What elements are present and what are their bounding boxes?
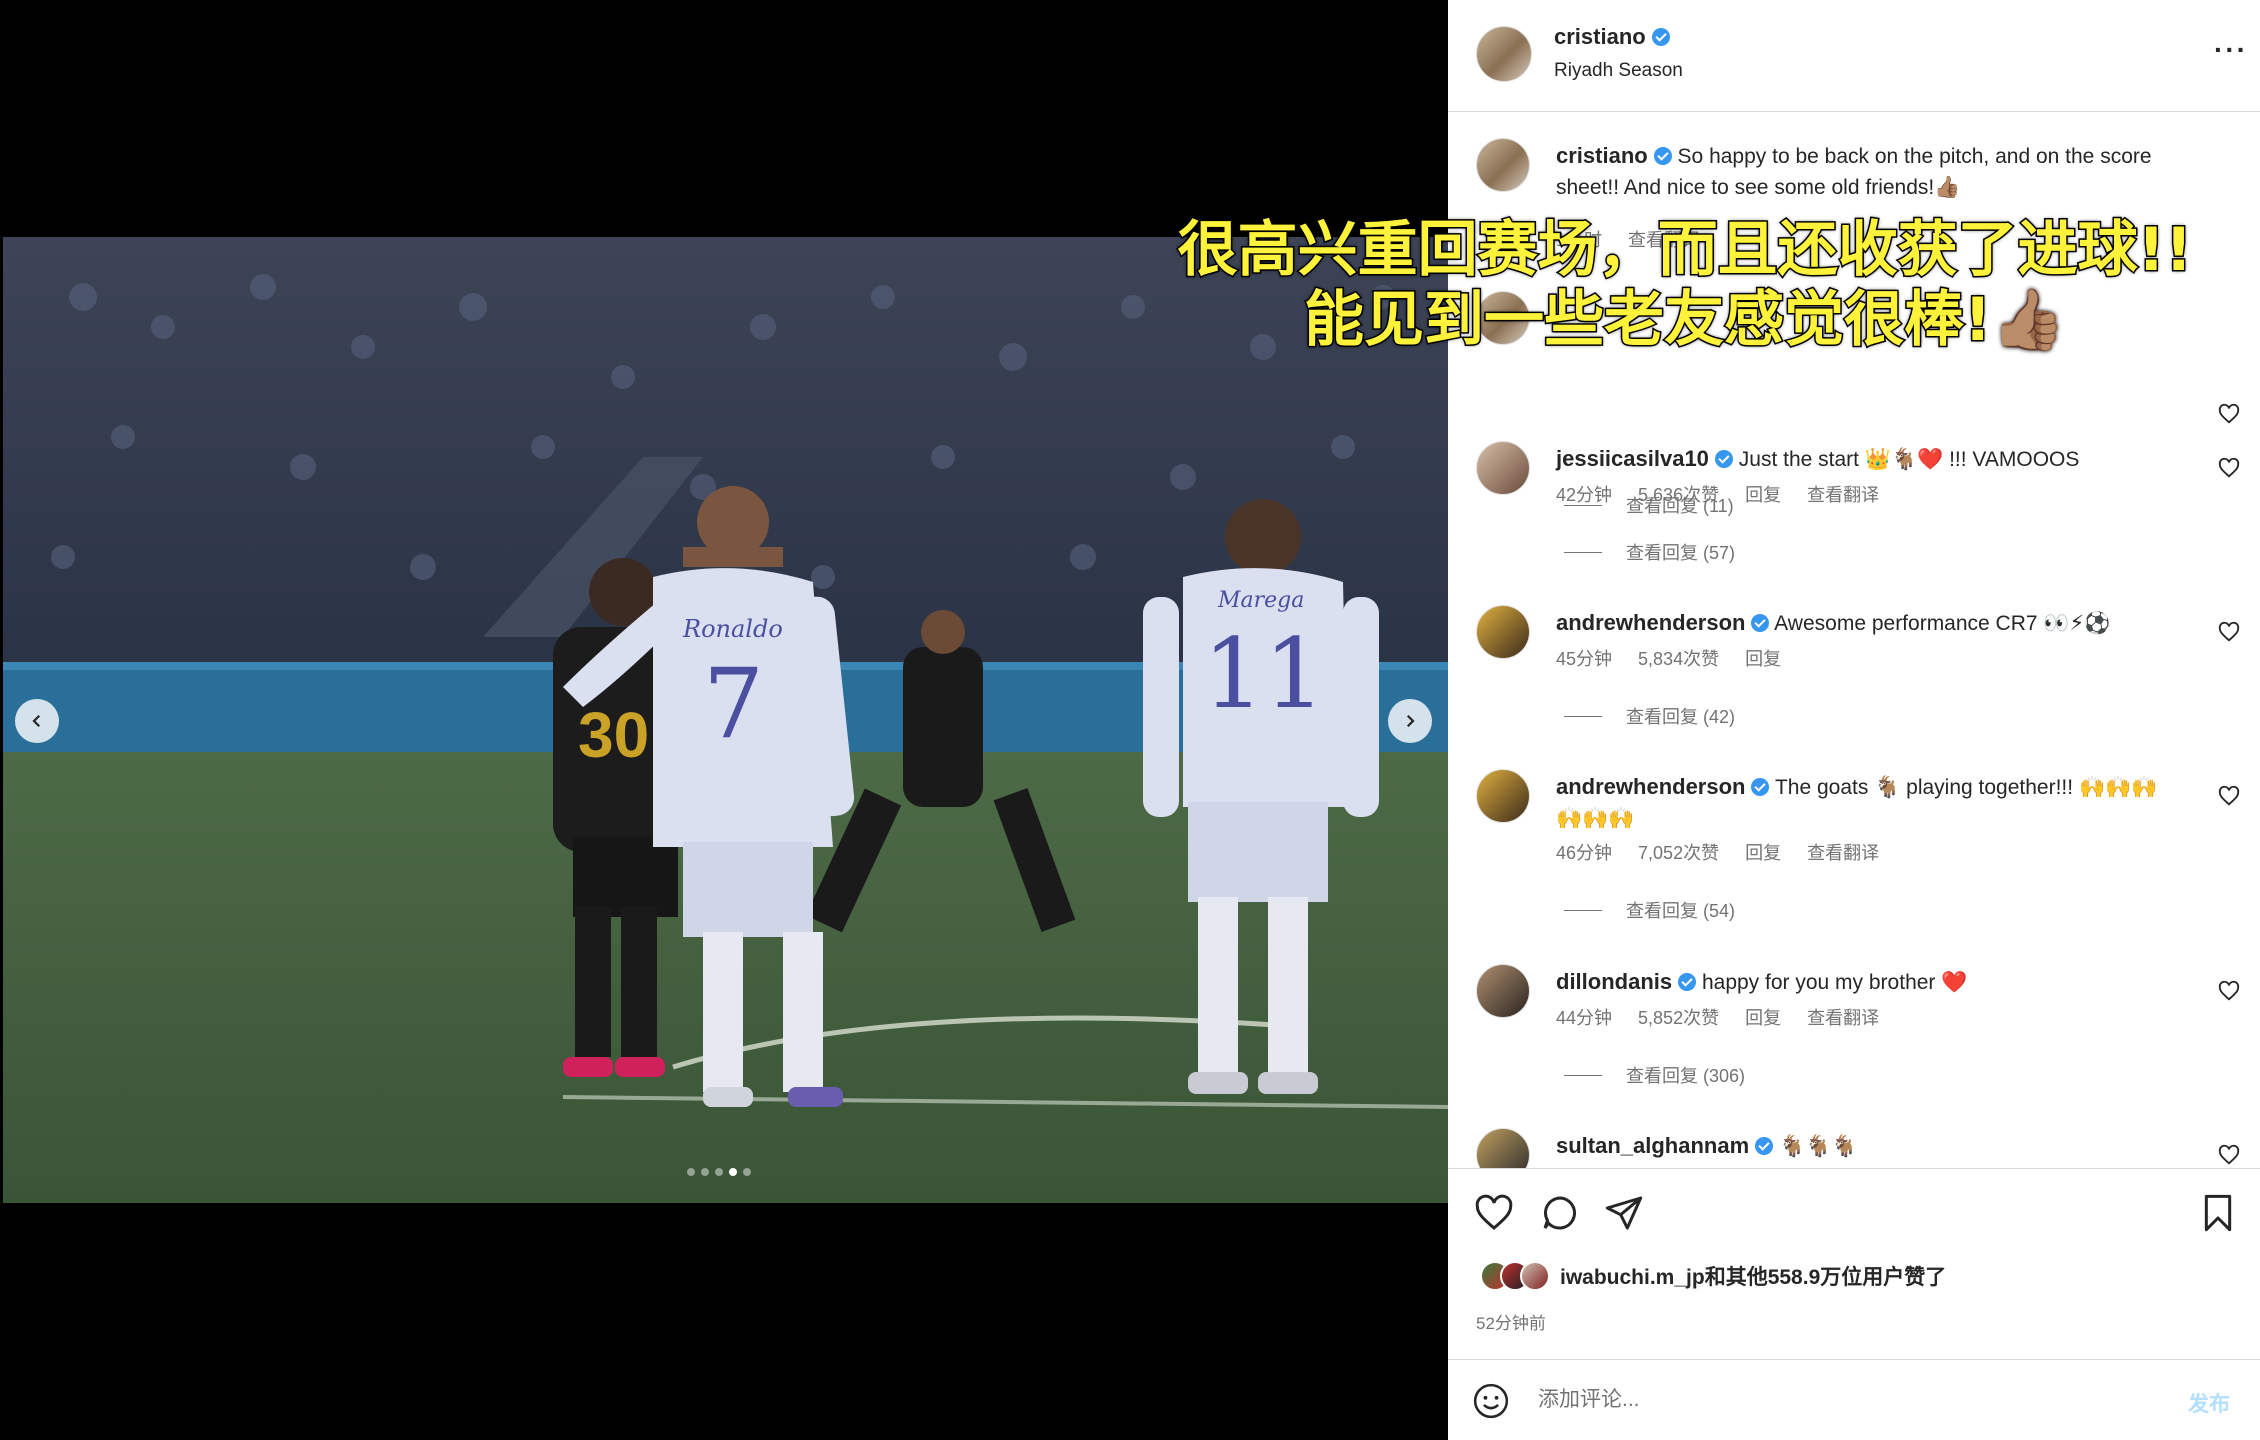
verified-badge-icon [1678,973,1697,991]
svg-text:Ronaldo: Ronaldo [682,615,783,643]
verified-badge-icon [1714,450,1733,468]
verified-badge-icon [1751,614,1770,632]
author-username[interactable]: cristiano [1554,24,1646,49]
avatar[interactable] [1476,769,1530,823]
comment-body: cristiano So happy to be back on the pit… [1556,140,2176,203]
comment-meta: 44分钟 5,852次赞 回复 查看翻译 [1556,1004,1879,1030]
comment-like-icon[interactable] [2218,980,2240,1002]
avatar[interactable] [1476,605,1530,659]
svg-text:7: 7 [703,648,764,760]
avatar[interactable] [1476,441,1530,495]
svg-text:Marega: Marega [1217,588,1304,613]
post-comment-button[interactable]: 发布 [2188,1388,2230,1418]
subtitle-line-2: 能见到一些老友感觉很棒!👍🏽 [1302,284,2067,357]
post-header: cristiano Riyadh Season ··· [1448,0,2260,112]
comment-body: andrewhenderson The goats 🐐 playing toge… [1556,771,2176,834]
comment-text: Just the start 👑🐐❤️ !!! VAMOOOS [1738,448,2080,471]
translation-subtitle-overlay: 很高兴重回赛场，而且还收获了进球!! 能见到一些老友感觉很棒!👍🏽 [1110,214,2260,357]
likes-text[interactable]: iwabuchi.m_jp和其他558.9万位用户赞了 [1560,1261,1946,1291]
translate-link[interactable]: 查看翻译 [1807,1004,1879,1030]
heart-icon[interactable] [1474,1193,1514,1233]
comment-like-icon[interactable] [2218,457,2240,479]
comment-input[interactable] [1538,1378,2098,1422]
comment-time: 42分钟 [1556,485,1613,505]
comment-username[interactable]: jessiicasilva10 [1556,446,1709,471]
comment-icon[interactable] [1540,1193,1580,1233]
comment-body: dillondanis happy for you my brother ❤️ [1556,966,2176,998]
comment-username[interactable]: andrewhenderson [1556,774,1745,799]
view-replies-button[interactable]: 查看回复 (306) [1564,1062,1745,1088]
view-replies-button[interactable]: 查看回复 (54) [1564,897,1735,923]
verified-badge-icon [1751,778,1770,796]
post-photo: 30 Ronaldo 7 Marega 11 [3,237,1448,1203]
comment-body: jessiicasilva10 Just the start 👑🐐❤️ !!! … [1556,443,2176,475]
comment-like-icon[interactable] [2218,1144,2240,1166]
verified-badge-icon [1651,28,1670,46]
carousel-dot [701,1168,709,1176]
likes-summary[interactable]: iwabuchi.m_jp和其他558.9万位用户赞了 [1480,1261,1946,1291]
comment-composer: 发布 [1448,1359,2260,1440]
svg-text:30: 30 [578,699,649,771]
comment-username[interactable]: sultan_alghannam [1556,1133,1749,1158]
comment-likes[interactable]: 5,834次赞 [1638,645,1719,671]
comment-meta: 42分钟 5,636次赞 回复 查看翻译 [1556,481,1879,507]
emoji-icon[interactable] [1472,1382,1510,1420]
carousel-dot [743,1168,751,1176]
reply-button[interactable]: 回复 [1745,481,1781,507]
avatar[interactable] [1476,138,1530,192]
post-location[interactable]: Riyadh Season [1554,60,1683,82]
comment-meta: 46分钟 7,052次赞 回复 查看翻译 [1556,839,1879,865]
carousel-dot [729,1168,737,1176]
bookmark-icon[interactable] [2198,1193,2238,1233]
next-photo-button[interactable] [1388,699,1432,743]
subtitle-line-1: 很高兴重回赛场，而且还收获了进球!! [1176,214,2194,287]
comment-text: happy for you my brother ❤️ [1701,971,1968,994]
comment-time: 46分钟 [1556,843,1613,863]
comment-username[interactable]: cristiano [1556,143,1648,168]
comment-likes[interactable]: 5,852次赞 [1638,1004,1719,1030]
comment-text: 🐐🐐🐐 [1779,1135,1858,1158]
comment-username[interactable]: andrewhenderson [1556,610,1745,635]
post-time: 52分钟前 [1476,1314,1546,1333]
svg-text:11: 11 [1203,618,1325,730]
comment-like-icon[interactable] [2218,621,2240,643]
comment-like-icon[interactable] [2218,785,2240,807]
chevron-left-icon [32,714,41,728]
carousel-dot [687,1168,695,1176]
translate-link[interactable]: 查看翻译 [1807,481,1879,507]
avatar[interactable] [1476,1128,1530,1168]
view-replies-button[interactable]: 查看回复 (42) [1564,703,1735,729]
share-icon[interactable] [1604,1193,1644,1233]
verified-badge-icon [1653,147,1672,165]
comment-body: sultan_alghannam 🐐🐐🐐 [1556,1130,2176,1162]
verified-badge-icon [1755,1137,1774,1155]
comment-likes[interactable]: 5,636次赞 [1638,481,1719,507]
author-row: cristiano [1554,24,1670,50]
comment-likes[interactable]: 7,052次赞 [1638,839,1719,865]
translate-link[interactable]: 查看翻译 [1807,839,1879,865]
carousel-dot [715,1168,723,1176]
chevron-right-icon [1406,714,1415,728]
carousel-indicator [687,1168,751,1176]
more-options-button[interactable]: ··· [2214,36,2248,64]
liker-avatar [1520,1261,1550,1291]
comment-body: andrewhenderson Awesome performance CR7 … [1556,607,2176,639]
comment-like-icon[interactable] [2218,403,2240,425]
post-actions: iwabuchi.m_jp和其他558.9万位用户赞了 52分钟前 [1448,1168,2260,1358]
comment-text: Awesome performance CR7 👀⚡⚽ [1774,612,2111,635]
comment-username[interactable]: dillondanis [1556,969,1672,994]
avatar[interactable] [1476,964,1530,1018]
previous-photo-button[interactable] [15,699,59,743]
reply-button[interactable]: 回复 [1745,1004,1781,1030]
instagram-post-view: 30 Ronaldo 7 Marega 11 cristiano Riyadh … [0,0,2260,1440]
comment-time: 45分钟 [1556,649,1613,669]
view-replies-button[interactable]: 查看回复 (57) [1564,539,1735,565]
author-avatar[interactable] [1476,26,1532,82]
reply-button[interactable]: 回复 [1745,645,1781,671]
comment-time: 44分钟 [1556,1008,1613,1028]
reply-button[interactable]: 回复 [1745,839,1781,865]
comment-meta: 45分钟 5,834次赞 回复 [1556,645,1781,671]
